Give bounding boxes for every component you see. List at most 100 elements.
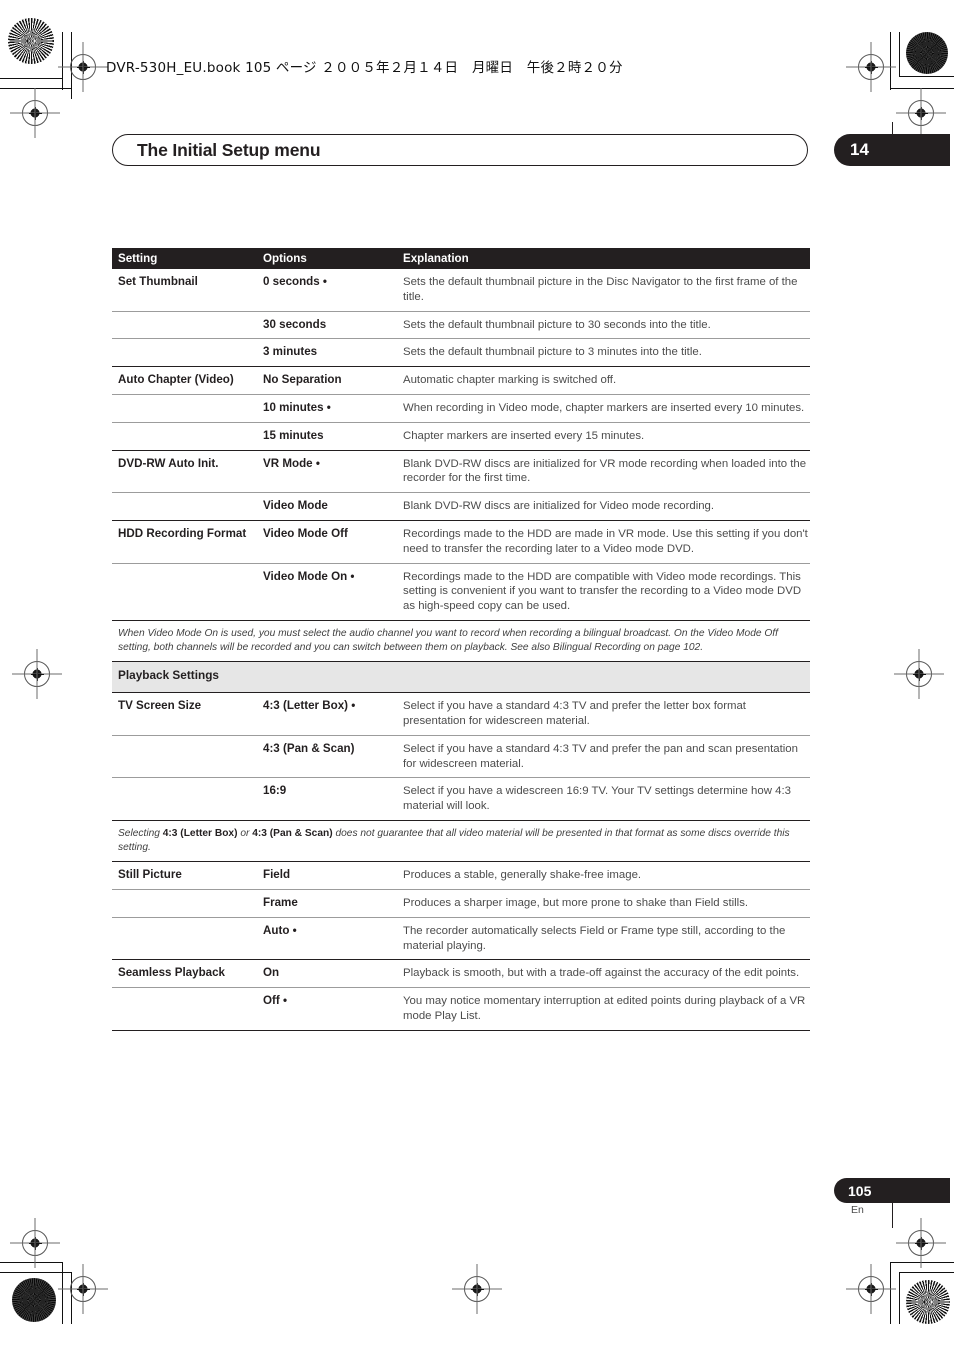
cell-explanation: Sets the default thumbnail picture to 3 … — [403, 346, 702, 359]
cell-option: Video Mode — [263, 499, 328, 513]
cell-option: 0 seconds • — [263, 275, 327, 288]
cell-explanation: Produces a stable, generally shake-free … — [403, 869, 642, 882]
section-header-label: Playback Settings — [118, 668, 219, 683]
registration-mark-bottom-left — [70, 1276, 96, 1302]
crop-line-tl-h — [0, 78, 62, 80]
running-head-text: DVR-530H_EU.book 105 ページ ２００５年２月１４日 月曜日 … — [106, 60, 623, 76]
cell-setting — [112, 317, 263, 318]
page-title-pill: The Initial Setup menu — [112, 134, 808, 166]
table-row: 16:9 Select if you have a widescreen 16:9… — [112, 778, 810, 821]
registration-mark-bottom-center — [464, 1276, 490, 1302]
cell-setting: TV Screen Size — [118, 699, 202, 713]
table-row: Off • You may notice momentary interrupti… — [112, 988, 810, 1031]
crop-line-br-v2 — [899, 1272, 901, 1324]
crop-line-br-h — [890, 1262, 954, 1264]
chapter-badge: 14 — [834, 134, 950, 166]
cell-explanation: Playback is smooth, but with a trade-off… — [403, 967, 800, 980]
cell-setting — [112, 993, 263, 994]
cell-explanation: Automatic chapter marking is switched of… — [403, 374, 617, 387]
cell-option: Video Mode On • — [263, 569, 355, 583]
cell-setting — [112, 428, 263, 429]
crop-line-tr-v — [890, 32, 892, 90]
crop-line-bl-h — [0, 1262, 63, 1264]
cell-option: Video Mode Off — [263, 526, 348, 540]
registration-mark-bottom-left-2 — [22, 1230, 48, 1256]
table-row: Set Thumbnail 0 seconds • Sets the default… — [112, 269, 810, 312]
cell-explanation: Select if you have a widescreen 16:9 TV.… — [403, 785, 791, 813]
table-row: TV Screen Size 4:3 (Letter Box) • Select i… — [112, 693, 810, 736]
page-language-code: En — [851, 1204, 864, 1216]
note-aspect-ratio: Selecting 4:3 (Letter Box) or 4:3 (Pan &… — [112, 821, 810, 863]
table-row: 3 minutes Sets the default thumbnail pict… — [112, 339, 810, 368]
note-video-mode: When Video Mode On is used, you must sel… — [112, 621, 810, 663]
cell-option: VR Mode • — [263, 456, 320, 470]
cell-explanation: Blank DVD-RW discs are initialized for V… — [403, 457, 807, 485]
cell-setting — [112, 569, 263, 570]
cell-setting — [112, 400, 263, 401]
table-header-row: Setting Options Explanation — [112, 248, 810, 269]
density-blob-top-right — [906, 32, 948, 74]
registration-mark-left-mid — [24, 661, 50, 687]
table-row: Video Mode On • Recordings made to the HD… — [112, 564, 810, 621]
table-row: 15 minutes Chapter markers are inserted e… — [112, 423, 810, 451]
table-row: 4:3 (Pan & Scan) Select if you have a sta… — [112, 736, 810, 779]
cell-option: 4:3 (Pan & Scan) — [263, 741, 355, 755]
cell-setting — [112, 923, 263, 924]
table-row: Still Picture Field Produces a stable, gen… — [112, 862, 810, 890]
cell-option: 4:3 (Letter Box) • — [263, 699, 356, 713]
table-row: HDD Recording Format Video Mode Off Record… — [112, 521, 810, 564]
cell-explanation: Recordings made to the HDD are compatibl… — [403, 570, 802, 613]
registration-mark-top-left — [70, 54, 96, 80]
cell-option: 10 minutes • — [263, 400, 331, 414]
cell-option: 3 minutes — [263, 345, 318, 359]
note-video-mode-text: When Video Mode On is used, you must sel… — [118, 627, 778, 653]
page-number: 105 — [848, 1182, 872, 1199]
cell-explanation: Select if you have a standard 4:3 TV and… — [403, 700, 746, 727]
note-aspect-bold-1: 4:3 (Letter Box) — [162, 827, 238, 839]
cell-setting: Set Thumbnail — [118, 275, 198, 288]
registration-mark-top-left-2 — [22, 100, 48, 126]
table-row: Auto Chapter (Video) No Separation Automat… — [112, 367, 810, 395]
cell-option: On — [263, 966, 280, 980]
crop-line-tl-v — [62, 32, 64, 90]
table-body-still-seamless: Still Picture Field Produces a stable, gen… — [112, 862, 810, 1031]
cell-option: Frame — [263, 895, 298, 909]
crop-line-tr-h — [899, 76, 954, 78]
crop-line-tr-h2 — [890, 88, 954, 90]
settings-table: Setting Options Explanation Set Thumbnai… — [112, 248, 810, 1031]
cell-explanation: The recorder automatically selects Field… — [403, 924, 786, 952]
registration-mark-top-right — [858, 54, 884, 80]
table-row: 10 minutes • When recording in Video mode… — [112, 395, 810, 423]
note-aspect-bold-2: 4:3 (Pan & Scan) — [252, 827, 333, 839]
cell-explanation: Select if you have a standard 4:3 TV and… — [403, 742, 798, 770]
density-blob-top-left — [8, 18, 54, 64]
column-header-setting: Setting — [118, 252, 158, 265]
density-blob-bottom-right — [906, 1280, 950, 1324]
table-row: Auto • The recorder automatically selects… — [112, 918, 810, 961]
chapter-number: 14 — [850, 140, 869, 159]
cell-option: 30 seconds — [263, 317, 327, 331]
page-number-badge: 105 — [834, 1178, 950, 1203]
table-row: Video Mode Blank DVD-RW discs are initial… — [112, 493, 810, 521]
cell-setting: HDD Recording Format — [118, 526, 247, 540]
registration-mark-bottom-right — [858, 1276, 884, 1302]
cell-option: 16:9 — [263, 784, 287, 798]
cell-explanation: Produces a sharper image, but more prone… — [403, 896, 749, 909]
crop-line-tl-h2 — [0, 88, 71, 90]
cell-option: Off • — [263, 994, 288, 1008]
cell-option: Auto • — [263, 923, 297, 937]
cell-setting — [112, 741, 263, 742]
column-header-options: Options — [263, 252, 307, 265]
crop-line-bl-h2 — [0, 1272, 72, 1274]
cell-setting — [112, 344, 263, 345]
cell-setting — [112, 783, 263, 784]
running-head: DVR-530H_EU.book 105 ページ ２００５年２月１４日 月曜日 … — [106, 56, 623, 76]
table-row: Frame Produces a sharper image, but more … — [112, 890, 810, 918]
cell-explanation: You may notice momentary interruption at… — [403, 995, 806, 1022]
crop-line-tr-v2 — [899, 32, 901, 76]
table-row: Seamless Playback On Playback is smooth, b… — [112, 960, 810, 989]
footer-tick-mark — [892, 1202, 894, 1228]
table-row: 30 seconds Sets the default thumbnail pic… — [112, 312, 810, 340]
cell-option: 15 minutes — [263, 428, 324, 442]
note-aspect-pre: Selecting — [118, 827, 163, 839]
